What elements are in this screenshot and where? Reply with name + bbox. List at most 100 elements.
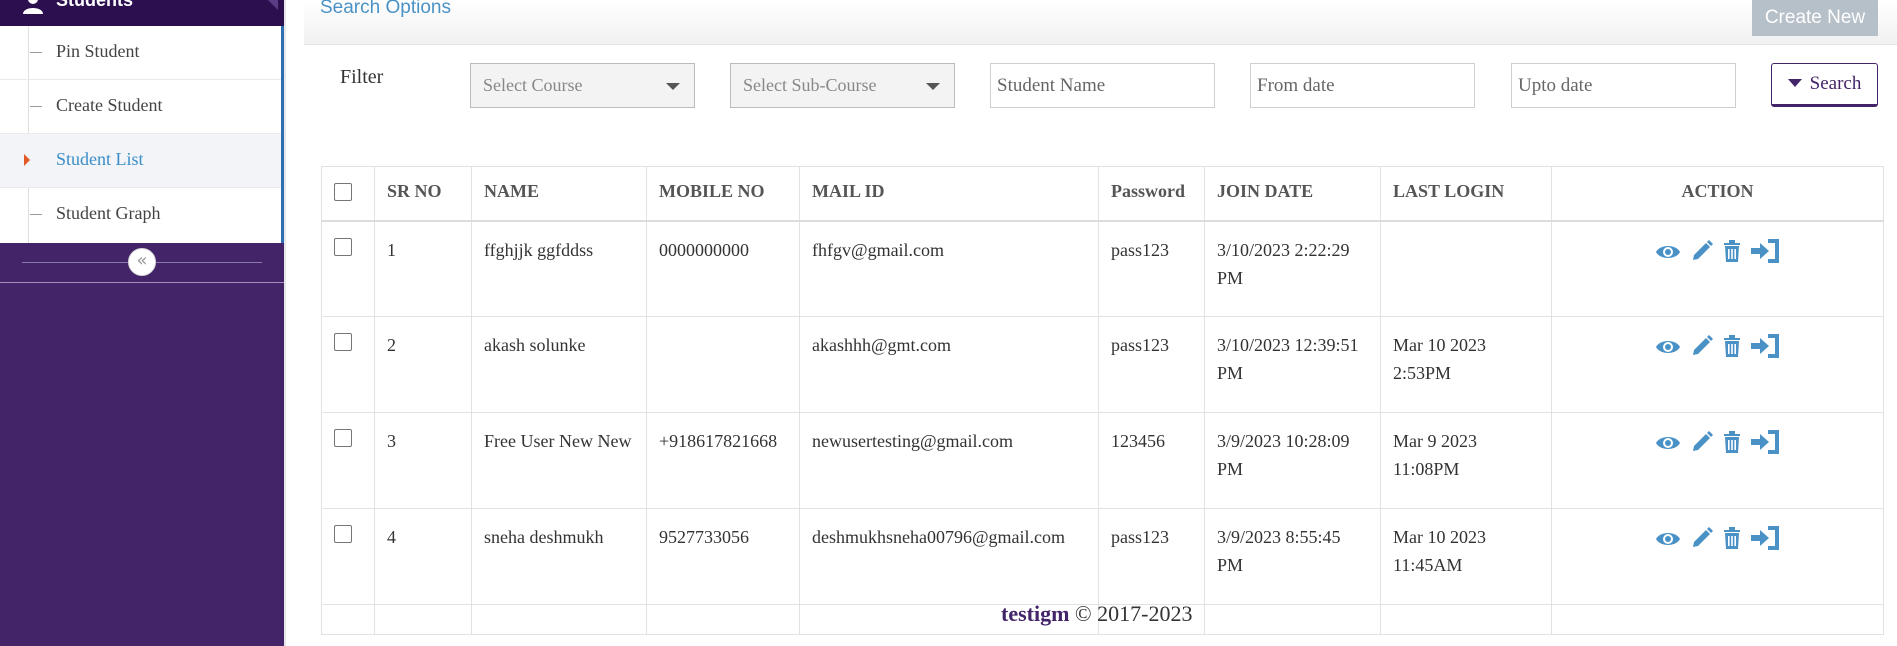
sidebar-section-label: Students (56, 0, 134, 10)
sidebar-item-label: Student Graph (56, 203, 161, 223)
search-options-title[interactable]: Search Options (320, 0, 451, 19)
student-name-input[interactable] (990, 63, 1215, 108)
from-date-input[interactable] (1250, 63, 1475, 108)
course-select-value: Select Course (483, 75, 583, 95)
mail-cell: akashhh@gmt.com (799, 316, 1099, 413)
sidebar-separator (0, 282, 284, 283)
sidebar-section-header[interactable]: Students (0, 0, 284, 26)
table-row: 3 Free User New New +918617821668 newuserte… (321, 412, 1884, 509)
empty-cell (374, 604, 472, 635)
upto-date-input[interactable] (1511, 63, 1736, 108)
name-cell: ffghjjk ggfddss (471, 220, 647, 317)
sr-no-cell: 1 (374, 220, 472, 317)
login-icon[interactable] (1750, 238, 1781, 272)
trash-icon[interactable] (1723, 335, 1741, 365)
sidebar-item-student-graph[interactable]: Student Graph (0, 188, 281, 242)
trash-icon[interactable] (1723, 431, 1741, 461)
name-cell: akash solunke (471, 316, 647, 413)
empty-cell (646, 604, 800, 635)
trash-icon[interactable] (1723, 239, 1741, 270)
name-cell: Free User New New (471, 412, 647, 509)
row-select-cell (321, 412, 375, 509)
password-cell: pass123 (1098, 508, 1205, 605)
mobile-cell: +918617821668 (646, 412, 800, 509)
sidebar-menu: Pin Student Create Student Student List … (0, 26, 284, 243)
sr-no-cell: 2 (374, 316, 472, 413)
row-select-cell (321, 508, 375, 605)
column-header: ACTION (1551, 166, 1884, 222)
footer: testigm © 2017-2023 (1001, 601, 1192, 627)
filter-icon (1787, 79, 1802, 87)
eye-icon[interactable] (1655, 241, 1681, 269)
sr-no-cell: 4 (374, 508, 472, 605)
empty-cell (1551, 604, 1884, 635)
mobile-cell: 9527733056 (646, 508, 800, 605)
join-date-cell: 3/10/2023 12:39:51 PM (1204, 316, 1381, 413)
row-checkbox[interactable] (334, 429, 352, 447)
trash-icon[interactable] (1723, 527, 1741, 557)
sidebar-item-label: Student List (56, 149, 144, 169)
action-cell (1551, 508, 1884, 605)
double-chevron-left-icon[interactable]: « (128, 248, 156, 276)
password-cell: pass123 (1098, 220, 1205, 317)
sidebar: Students Pin Student Create Student Stud… (0, 0, 284, 646)
name-cell: sneha deshmukh (471, 508, 647, 605)
tree-dash (30, 106, 42, 107)
pencil-icon[interactable] (1691, 239, 1713, 270)
empty-cell (1204, 604, 1381, 635)
table-row: 4 sneha deshmukh 9527733056 deshmukhsneha00… (321, 508, 1884, 605)
pencil-icon[interactable] (1691, 335, 1713, 365)
login-icon[interactable] (1750, 429, 1781, 463)
empty-cell (321, 604, 375, 635)
sidebar-item-create-student[interactable]: Create Student (0, 80, 281, 134)
pencil-icon[interactable] (1691, 431, 1713, 461)
column-header: NAME (471, 166, 647, 222)
search-button[interactable]: Search (1771, 63, 1878, 107)
mail-cell: newusertesting@gmail.com (799, 412, 1099, 509)
caret-down-icon (666, 83, 680, 90)
active-arrow-icon (24, 154, 30, 166)
last-login-cell: Mar 9 2023 11:08PM (1380, 412, 1552, 509)
last-login-cell (1380, 220, 1552, 317)
join-date-cell: 3/10/2023 2:22:29 PM (1204, 220, 1381, 317)
empty-cell (471, 604, 647, 635)
login-icon[interactable] (1750, 525, 1781, 559)
eye-icon[interactable] (1655, 336, 1681, 364)
action-cell (1551, 220, 1884, 317)
column-header: JOIN DATE (1204, 166, 1381, 222)
select-all-checkbox[interactable] (334, 183, 352, 201)
password-cell: pass123 (1098, 316, 1205, 413)
course-select[interactable]: Select Course (470, 63, 695, 108)
column-header: MAIL ID (799, 166, 1099, 222)
pencil-icon[interactable] (1691, 527, 1713, 557)
mobile-cell: 0000000000 (646, 220, 800, 317)
filter-label: Filter (340, 66, 384, 88)
mail-cell: deshmukhsneha00796@gmail.com (799, 508, 1099, 605)
table-row: 1 ffghjjk ggfddss 0000000000 fhfgv@gmail.co… (321, 220, 1884, 317)
eye-icon[interactable] (1655, 528, 1681, 556)
row-select-cell (321, 220, 375, 317)
select-all-cell (321, 166, 375, 222)
column-header: Password (1098, 166, 1205, 222)
create-new-button[interactable]: Create New (1752, 0, 1878, 36)
footer-brand[interactable]: testigm (1001, 601, 1069, 626)
footer-copyright: © 2017-2023 (1074, 601, 1193, 626)
caret-down-icon (926, 83, 940, 90)
column-header: MOBILE NO (646, 166, 800, 222)
sidebar-item-label: Create Student (56, 95, 163, 115)
last-login-cell: Mar 10 2023 11:45AM (1380, 508, 1552, 605)
eye-icon[interactable] (1655, 432, 1681, 460)
sidebar-item-student-list[interactable]: Student List (0, 134, 281, 188)
mobile-cell (646, 316, 800, 413)
empty-cell (1380, 604, 1552, 635)
student-table: SR NO NAME MOBILE NO MAIL ID Password JO… (321, 166, 1884, 635)
row-checkbox[interactable] (334, 237, 352, 256)
row-checkbox[interactable] (334, 333, 352, 351)
sidebar-item-pin-student[interactable]: Pin Student (0, 26, 281, 80)
section-corner-icon (268, 0, 278, 10)
last-login-cell: Mar 10 2023 2:53PM (1380, 316, 1552, 413)
subcourse-select[interactable]: Select Sub-Course (730, 63, 955, 108)
row-checkbox[interactable] (334, 525, 352, 543)
user-icon (23, 0, 43, 14)
login-icon[interactable] (1750, 333, 1781, 367)
